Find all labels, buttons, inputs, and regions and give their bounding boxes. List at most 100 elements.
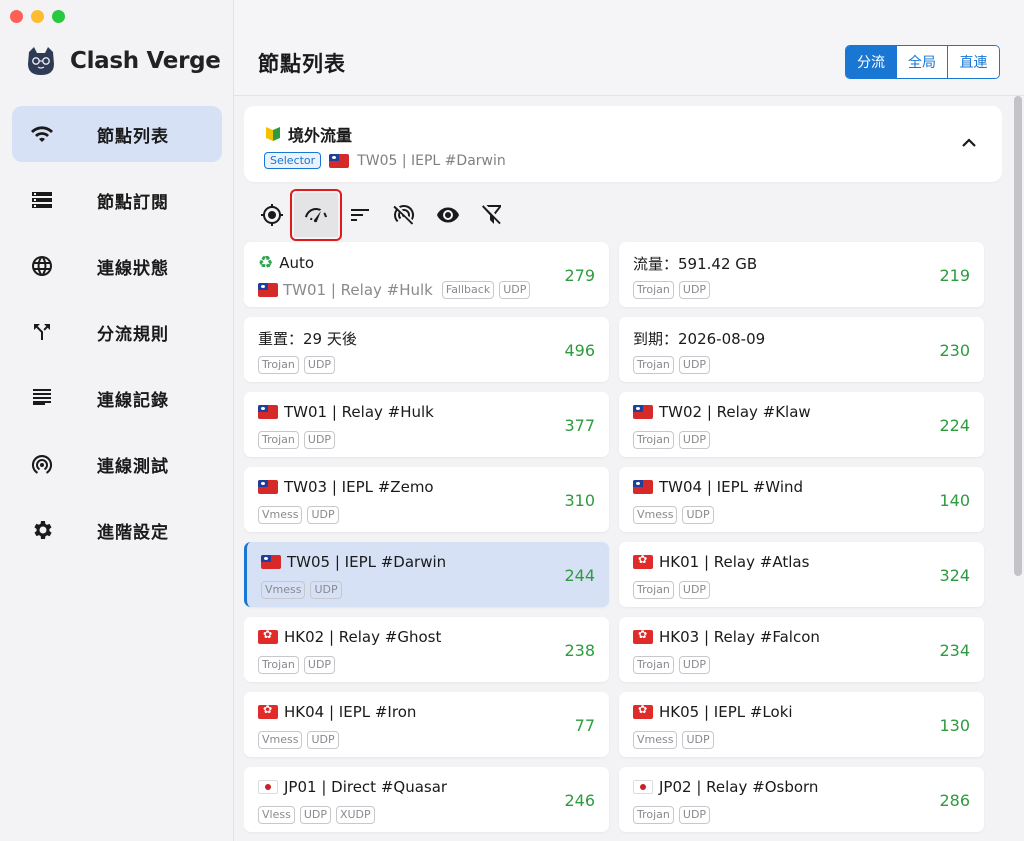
sidebar-item-4[interactable]: 連線記錄 [12,370,222,426]
group-title: 境外流量 [264,122,352,146]
proxy-card[interactable]: TW03 | IEPL #Zemo Vmess UDP 310 [244,467,609,532]
proxy-delay[interactable]: 244 [564,566,595,585]
proxy-card[interactable]: HK05 | IEPL #Loki VmessUDP 130 [619,692,984,757]
proxy-name: HK03 | Relay #Falcon [659,628,820,646]
wifi-icon [12,122,72,146]
proxy-delay[interactable]: 230 [939,341,970,360]
speed-test-button[interactable] [290,189,342,241]
proxy-card[interactable]: HK01 | Relay #Atlas TrojanUDP 324 [619,542,984,607]
proxy-delay[interactable]: 140 [939,491,970,510]
mode-switch: 分流 全局 直連 [845,45,1000,79]
proxy-card[interactable]: HK02 | Relay #Ghost TrojanUDP 238 [244,617,609,682]
proxy-delay[interactable]: 377 [564,416,595,435]
proxy-card[interactable]: TW01 | Relay #Hulk Trojan UDP 377 [244,392,609,457]
proxy-card[interactable]: HK03 | Relay #Falcon TrojanUDP 234 [619,617,984,682]
proxy-tag: Trojan [633,656,674,674]
jp-flag-icon [633,780,653,794]
proxy-group-card[interactable]: 境外流量 Selector TW05 | IEPL #Darwin [244,106,1002,182]
proxy-tag: UDP [682,731,714,749]
proxy-delay[interactable]: 224 [939,416,970,435]
scrollbar[interactable] [1014,96,1022,576]
proxy-card[interactable]: 重置：29 天後 Trojan UDP 496 [244,317,609,382]
proxy-tag: Trojan [633,581,674,599]
proxy-card[interactable]: JP01 | Direct #Quasar Vless UDP XUDP 246 [244,767,609,832]
proxy-delay[interactable]: 286 [939,791,970,810]
tw-flag-icon [633,480,653,494]
tw-flag-icon [258,405,278,419]
proxy-delay[interactable]: 324 [939,566,970,585]
globe-icon [12,254,72,278]
proxy-name: Auto [279,254,315,272]
proxy-tag: Trojan [633,356,674,374]
sidebar-item-5[interactable]: 連線測試 [12,436,222,492]
app-window: Clash Verge 節點列表節點訂閱連線狀態分流規則連線記錄連線測試進階設定… [0,0,1024,841]
proxy-card[interactable]: TW05 | IEPL #Darwin Vmess UDP 244 [244,542,609,607]
proxy-tags: Vmess UDP [633,506,714,524]
proxy-tags: Trojan UDP [633,356,711,374]
proxy-tags: Trojan UDP [258,431,336,449]
mode-button-2[interactable]: 直連 [948,46,999,78]
sort-icon [351,209,369,221]
gear-icon [12,518,72,542]
proxy-name-row: ♻ Auto [258,253,314,273]
proxy-sub-name: TW01 | Relay #Hulk [283,281,433,299]
minimize-window-button[interactable] [31,10,44,23]
sidebar-item-6[interactable]: 進階設定 [12,502,222,558]
close-window-button[interactable] [10,10,23,23]
proxy-name-row: HK04 | IEPL #Iron [258,703,416,721]
mode-button-1[interactable]: 全局 [897,46,948,78]
sidebar-item-0[interactable]: 節點列表 [12,106,222,162]
sidebar-item-3[interactable]: 分流規則 [12,304,222,360]
proxy-card[interactable]: HK04 | IEPL #Iron VmessUDP 77 [244,692,609,757]
proxy-tag: Vmess [261,581,306,599]
signal-off-icon [393,205,414,225]
sidebar-item-label: 連線記錄 [97,390,169,411]
mode-button-0[interactable]: 分流 [846,46,897,78]
proxy-tags: Trojan UDP [258,356,336,374]
chevron-up-icon[interactable] [960,134,978,152]
proxy-delay[interactable]: 238 [564,641,595,660]
tw-flag-icon [261,555,281,569]
proxy-tag: UDP [678,806,711,824]
proxy-card[interactable]: JP02 | Relay #Osborn Trojan UDP 286 [619,767,984,832]
proxy-delay[interactable]: 496 [564,341,595,360]
proxy-delay[interactable]: 234 [939,641,970,660]
proxy-name-row: HK01 | Relay #Atlas [633,553,809,571]
proxy-delay[interactable]: 310 [564,491,595,510]
cat-logo-icon [28,47,54,75]
proxy-tags: Trojan UDP [258,656,336,674]
page-title: 節點列表 [258,52,346,76]
zoom-window-button[interactable] [52,10,65,23]
proxy-delay[interactable]: 219 [939,266,970,285]
sidebar-item-2[interactable]: 連線狀態 [12,238,222,294]
proxy-tags: Trojan UDP [633,806,711,824]
proxy-name: 重置：29 天後 [258,330,357,348]
proxy-delay[interactable]: 130 [939,716,970,735]
filter-off-button[interactable] [470,193,514,237]
proxy-name: HK01 | Relay #Atlas [659,553,810,571]
proxy-tag: UDP [682,506,714,524]
window-controls [10,10,65,23]
locate-button[interactable] [250,193,294,237]
proxy-tag: Trojan [633,431,674,449]
radar-icon [12,452,72,476]
proxy-card[interactable]: 到期：2026-08-09 Trojan UDP 230 [619,317,984,382]
proxy-tags: Vmess UDP [261,581,342,599]
sort-button[interactable] [338,193,382,237]
proxy-delay[interactable]: 246 [564,791,595,810]
proxy-card[interactable]: 流量：591.42 GB Trojan UDP 219 [619,242,984,307]
sidebar-item-1[interactable]: 節點訂閱 [12,172,222,228]
proxy-delay[interactable]: 77 [575,716,595,735]
proxy-name: TW03 | IEPL #Zemo [284,478,434,496]
proxy-delay[interactable]: 279 [564,266,595,285]
proxy-card[interactable]: ♻ Auto TW01 | Relay #Hulk Fallback UDP 279 [244,242,609,307]
filter-delay-button[interactable] [382,193,426,237]
beginner-leaf-icon [266,127,280,141]
proxy-card[interactable]: TW02 | Relay #Klaw Trojan UDP 224 [619,392,984,457]
page-header: 節點列表 分流 全局 直連 [234,0,1024,96]
group-current-proxy: TW05 | IEPL #Darwin [357,152,506,169]
proxy-card[interactable]: TW04 | IEPL #Wind Vmess UDP 140 [619,467,984,532]
brand: Clash Verge [24,44,221,78]
visibility-button[interactable] [426,193,470,237]
group-subtitle: Selector TW05 | IEPL #Darwin [264,152,506,169]
